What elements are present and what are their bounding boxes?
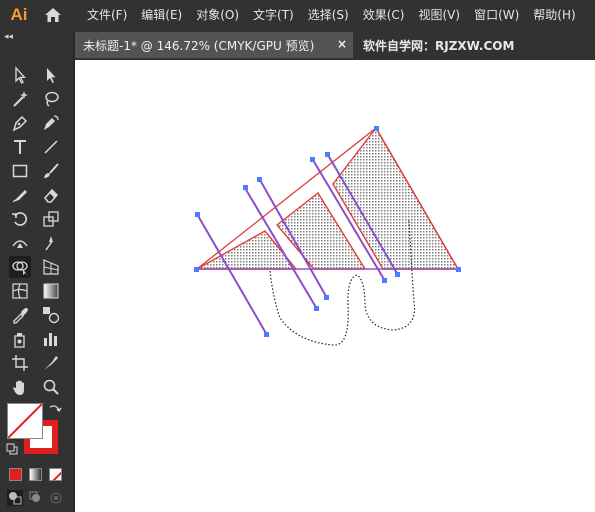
panel-collapse-icon[interactable]: ◂◂ [4, 32, 13, 42]
menu-view[interactable]: 视图(V) [411, 0, 467, 30]
draw-inside-icon[interactable] [48, 490, 64, 506]
close-icon[interactable]: × [337, 37, 347, 51]
selection-tool-icon[interactable] [9, 64, 31, 86]
menu-effect[interactable]: 效果(C) [356, 0, 412, 30]
menu-type[interactable]: 文字(T) [246, 0, 301, 30]
color-mode-button[interactable] [9, 468, 22, 481]
none-mode-button[interactable] [49, 468, 62, 481]
artwork[interactable] [75, 60, 595, 512]
eyedropper-tool-icon[interactable] [9, 304, 31, 326]
hand-tool-icon[interactable] [9, 376, 31, 398]
default-fill-stroke-icon[interactable] [5, 442, 19, 456]
draw-normal-icon[interactable] [7, 490, 23, 506]
shape-builder-tool-icon[interactable] [9, 256, 31, 278]
document-tab-title: 未标题-1* @ 146.72% (CMYK/GPU 预览) [83, 38, 315, 53]
swap-fill-stroke-icon[interactable] [48, 403, 62, 417]
zoom-tool-icon[interactable] [40, 376, 62, 398]
menu-select[interactable]: 选择(S) [301, 0, 356, 30]
width-tool-icon[interactable] [9, 232, 31, 254]
site-watermark-label: 软件自学网：RJZXW.COM [363, 38, 515, 53]
main-menu: 文件(F) 编辑(E) 对象(O) 文字(T) 选择(S) 效果(C) 视图(V… [80, 0, 583, 30]
lasso-tool-icon[interactable] [40, 88, 62, 110]
menu-object[interactable]: 对象(O) [189, 0, 246, 30]
menu-edit[interactable]: 编辑(E) [134, 0, 189, 30]
type-tool-icon[interactable] [9, 136, 31, 158]
direct-selection-tool-icon[interactable] [40, 64, 62, 86]
home-icon[interactable] [38, 0, 68, 30]
gradient-tool-icon[interactable] [40, 280, 62, 302]
menu-help[interactable]: 帮助(H) [526, 0, 582, 30]
scale-tool-icon[interactable] [40, 208, 62, 230]
document-tab[interactable]: 未标题-1* @ 146.72% (CMYK/GPU 预览) × [75, 32, 353, 58]
magic-wand-tool-icon[interactable] [9, 88, 31, 110]
mesh-tool-icon[interactable] [9, 280, 31, 302]
draw-behind-icon[interactable] [28, 490, 44, 506]
none-slash-icon [52, 471, 61, 480]
puppet-warp-tool-icon[interactable] [40, 232, 62, 254]
rotate-tool-icon[interactable] [9, 208, 31, 230]
line-segment-tool-icon[interactable] [40, 136, 62, 158]
fill-color-swatch[interactable] [7, 403, 43, 439]
eraser-tool-icon[interactable] [40, 184, 62, 206]
paintbrush-tool-icon[interactable] [40, 160, 62, 182]
gradient-mode-button[interactable] [29, 468, 42, 481]
rectangle-tool-icon[interactable] [9, 160, 31, 182]
shaper-tool-icon[interactable] [9, 184, 31, 206]
artboard-canvas[interactable] [75, 60, 595, 512]
symbol-sprayer-tool-icon[interactable] [9, 328, 31, 350]
curvature-tool-icon[interactable] [40, 112, 62, 134]
menu-window[interactable]: 窗口(W) [467, 0, 526, 30]
menu-file[interactable]: 文件(F) [80, 0, 134, 30]
slice-tool-icon[interactable] [40, 352, 62, 374]
column-graph-tool-icon[interactable] [40, 328, 62, 350]
pen-tool-icon[interactable] [9, 112, 31, 134]
none-fill-slash-icon [8, 404, 42, 438]
menu-bar: Ai 文件(F) 编辑(E) 对象(O) 文字(T) 选择(S) 效果(C) 视… [0, 0, 595, 30]
blend-tool-icon[interactable] [40, 304, 62, 326]
perspective-grid-tool-icon[interactable] [40, 256, 62, 278]
cut-line-1[interactable] [196, 213, 268, 336]
app-logo: Ai [10, 5, 28, 24]
artboard-tool-icon[interactable] [9, 352, 31, 374]
